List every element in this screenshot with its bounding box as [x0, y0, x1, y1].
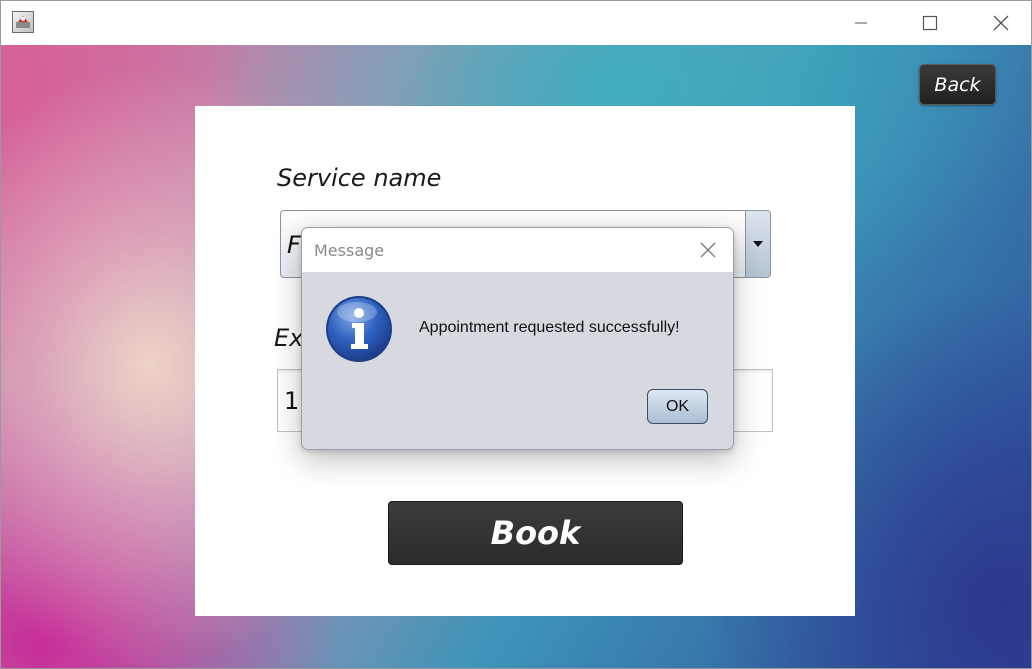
close-icon — [993, 15, 1009, 31]
dialog-message: Appointment requested successfully! — [419, 319, 680, 336]
info-icon — [326, 296, 392, 362]
window-titlebar — [1, 1, 1031, 45]
app-window: Back Service name F Exp 1 Book Message A… — [0, 0, 1032, 669]
close-window-button[interactable] — [971, 1, 1031, 45]
java-app-icon — [12, 11, 34, 33]
gradient-background: Back Service name F Exp 1 Book Message A… — [1, 45, 1031, 668]
maximize-button[interactable] — [900, 1, 960, 45]
dialog-titlebar: Message — [302, 228, 733, 272]
service-name-value: F — [287, 231, 301, 259]
combobox-dropdown-button[interactable] — [745, 211, 770, 277]
minimize-icon — [855, 22, 867, 24]
close-icon — [700, 242, 716, 258]
message-dialog: Message Appointment requested successful… — [301, 227, 734, 450]
back-button[interactable]: Back — [919, 64, 996, 105]
book-button[interactable]: Book — [388, 501, 683, 565]
ok-button[interactable]: OK — [647, 389, 708, 424]
dialog-title: Message — [314, 241, 385, 260]
dialog-close-button[interactable] — [694, 236, 722, 264]
service-name-label: Service name — [277, 164, 442, 192]
minimize-button[interactable] — [831, 1, 891, 45]
expiry-value: 1 — [284, 387, 300, 415]
maximize-icon — [922, 15, 938, 31]
caret-down-icon — [753, 241, 763, 247]
